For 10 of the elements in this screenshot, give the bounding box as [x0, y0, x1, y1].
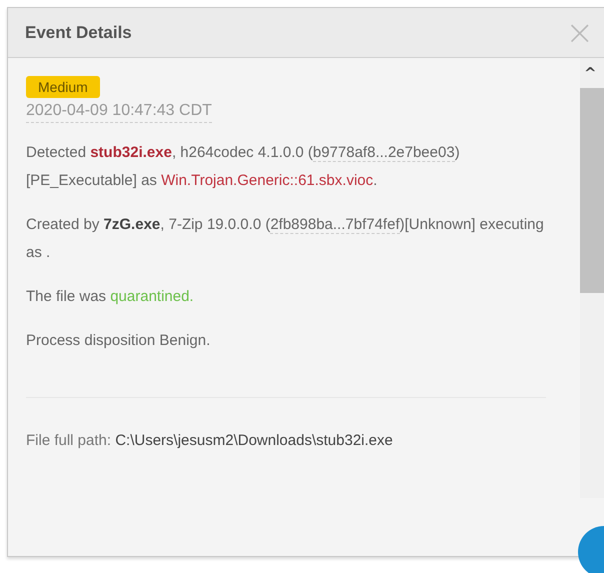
file-path-text: File full path: C:\Users\jesusm2\Downloads\stub32i.exe [26, 432, 394, 449]
scrollbar-track[interactable]: ^ [580, 58, 604, 498]
event-description: Process disposition Benign. [26, 331, 212, 351]
event-description: Created by 7zG.exe, 7-Zip 19.0.0.0 (2fb898ba...7bf74fef)[Unknown] executing as . [26, 215, 545, 263]
event-description: The file was quarantined. [26, 287, 195, 307]
event-description: Detected stub32i.exe, h264codec 4.1.0.0 (b9778af8...2e7bee03)[PE_Executable] as Win.Trojan.Generic::61.sbx.vioc. [26, 143, 461, 191]
event-timestamp: 2020-04-09 10:47:43 CDT [26, 102, 212, 123]
severity-badge: Medium [26, 76, 100, 98]
scrollbar-thumb[interactable] [580, 88, 604, 293]
dialog-title: Event Details [25, 22, 132, 42]
